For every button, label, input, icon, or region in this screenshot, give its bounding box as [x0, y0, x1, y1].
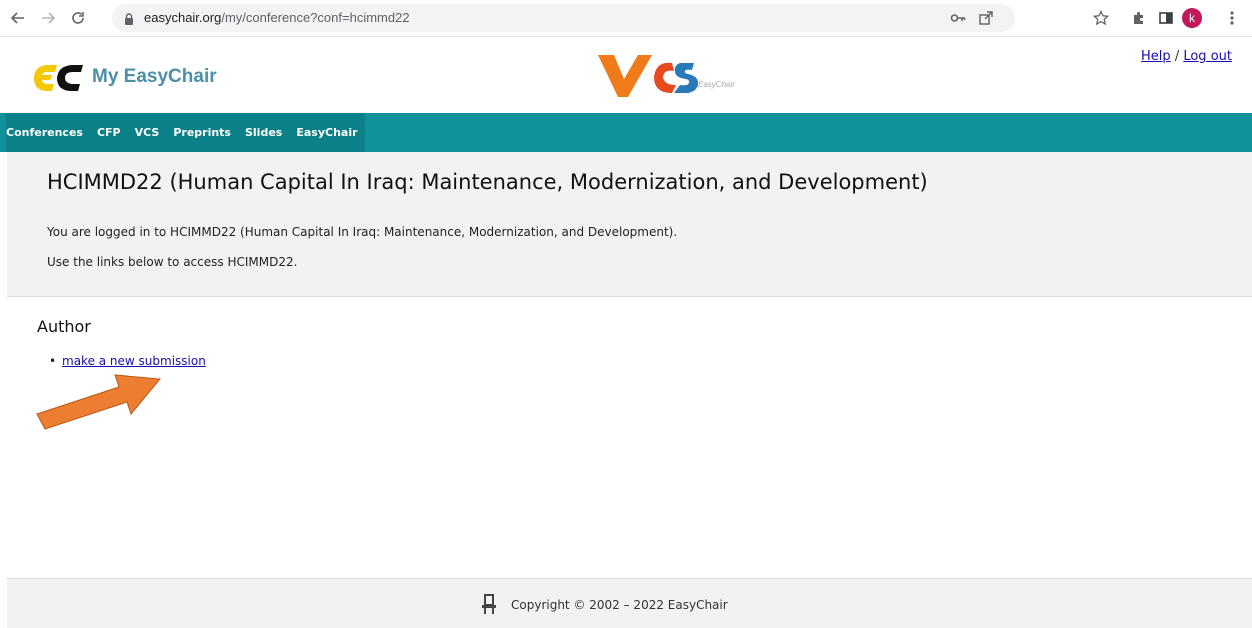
author-links: make a new submission [49, 354, 206, 368]
reload-icon[interactable] [66, 6, 90, 30]
menu-item-easychair[interactable]: EasyChair [289, 113, 364, 152]
main-menu-bar: Conferences CFP VCS Preprints Slides Eas… [0, 113, 1252, 152]
author-heading: Author [37, 317, 91, 336]
vcs-tagline: EasyChair [698, 80, 735, 89]
profile-avatar[interactable]: k [1182, 8, 1202, 28]
login-message: You are logged in to HCIMMD22 (Human Cap… [47, 225, 678, 239]
menu-item-vcs[interactable]: VCS [128, 113, 167, 152]
menu-dots-icon[interactable] [1220, 6, 1244, 30]
page-footer: Copyright © 2002 – 2022 EasyChair [7, 578, 1252, 628]
list-item: make a new submission [49, 354, 206, 368]
help-link[interactable]: Help [1141, 49, 1171, 64]
url-text: easychair.org/my/conference?conf=hcimmd2… [144, 10, 410, 25]
new-submission-link[interactable]: make a new submission [62, 354, 206, 368]
brand-name[interactable]: My EasyChair [92, 66, 217, 88]
address-bar[interactable]: easychair.org/my/conference?conf=hcimmd2… [112, 4, 1015, 32]
forward-arrow-icon[interactable] [36, 6, 60, 30]
easychair-logo[interactable] [32, 63, 88, 97]
menu-item-preprints[interactable]: Preprints [166, 113, 238, 152]
url-domain: easychair.org [144, 10, 222, 25]
annotation-arrow [33, 368, 173, 444]
share-icon[interactable] [978, 10, 994, 30]
back-arrow-icon[interactable] [6, 6, 30, 30]
conference-intro: HCIMMD22 (Human Capital In Iraq: Mainten… [7, 152, 1252, 297]
copyright-text: Copyright © 2002 – 2022 EasyChair [511, 598, 728, 612]
page-header: My EasyChair EasyChair Help / Log out [0, 37, 1252, 113]
main-menu: Conferences CFP VCS Preprints Slides Eas… [6, 113, 365, 152]
sidepanel-icon[interactable] [1154, 6, 1178, 30]
browser-toolbar: easychair.org/my/conference?conf=hcimmd2… [0, 0, 1252, 37]
key-icon[interactable] [950, 10, 966, 30]
instruction-message: Use the links below to access HCIMMD22. [47, 255, 298, 269]
help-links: Help / Log out [1141, 49, 1232, 64]
lock-icon [124, 11, 134, 30]
chair-icon [481, 593, 497, 619]
page-title: HCIMMD22 (Human Capital In Iraq: Mainten… [47, 170, 928, 194]
menu-item-slides[interactable]: Slides [238, 113, 289, 152]
menu-item-conferences[interactable]: Conferences [6, 113, 90, 152]
url-path: /my/conference?conf=hcimmd22 [221, 10, 410, 25]
vcs-logo[interactable]: EasyChair [594, 51, 764, 107]
puzzle-icon[interactable] [1127, 6, 1151, 30]
logout-link[interactable]: Log out [1183, 49, 1232, 64]
menu-item-cfp[interactable]: CFP [90, 113, 128, 152]
help-separator: / [1174, 49, 1180, 64]
star-icon[interactable] [1089, 6, 1113, 30]
